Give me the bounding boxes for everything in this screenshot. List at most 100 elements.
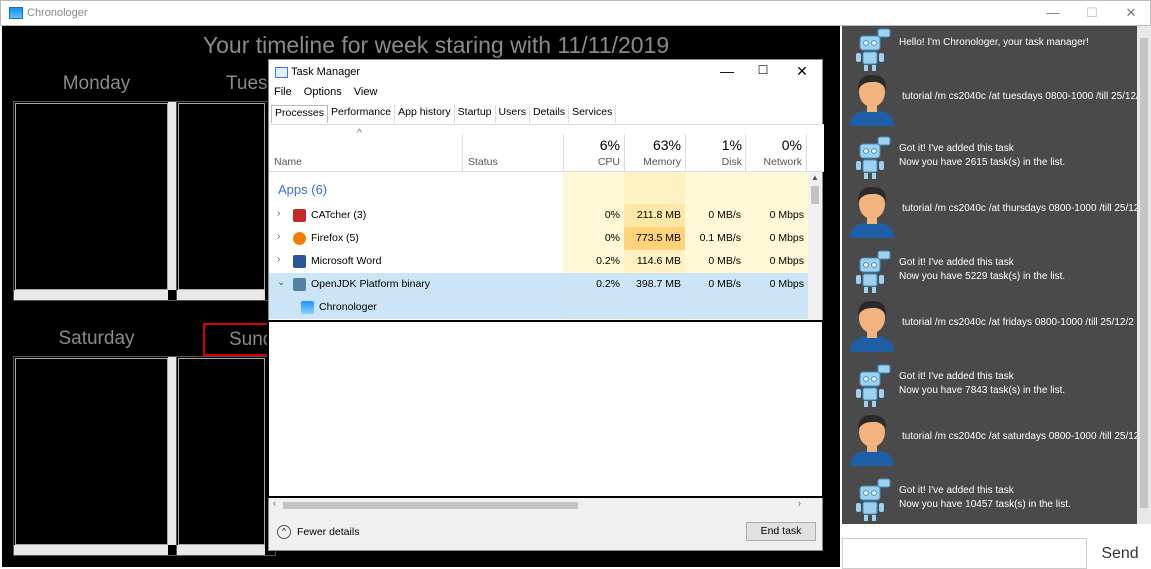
tm-menubar: File Options View — [274, 86, 386, 98]
main-window-titlebar[interactable]: Chronologer — ☐ ✕ — [0, 0, 1151, 26]
menu-options[interactable]: Options — [304, 86, 342, 98]
process-disk-value: 0 MB/s — [685, 273, 745, 296]
process-child-row[interactable]: Chronologer — [269, 296, 808, 319]
process-row[interactable]: › CATcher (3) 0% 211.8 MB 0 MB/s 0 Mbps — [269, 204, 808, 227]
message-text: tutorial /m cs2040c /at thursdays 0800-1… — [902, 202, 1137, 216]
maximize-button[interactable]: ☐ — [1082, 5, 1102, 21]
process-child-name: Chronologer — [319, 301, 377, 313]
day-panel-hscrollbar[interactable] — [14, 545, 168, 555]
scroll-right-icon[interactable]: › — [798, 498, 801, 508]
desktop: Chronologer — ☐ ✕ Your timeline for week… — [0, 0, 1151, 569]
menu-view[interactable]: View — [354, 86, 378, 98]
tm-minimize-button[interactable]: — — [715, 63, 739, 79]
tab-processes[interactable]: Processes — [271, 105, 329, 123]
tm-maximize-button[interactable]: ☐ — [751, 63, 775, 77]
column-network[interactable]: Network — [746, 156, 802, 168]
message-line: tutorial /m cs2040c /at fridays 0800-100… — [902, 317, 1134, 328]
chronologer-app-icon — [9, 7, 23, 19]
tab-users[interactable]: Users — [496, 105, 530, 123]
cpu-total: 6% — [599, 137, 620, 153]
process-network-value: 0 Mbps — [769, 255, 804, 267]
day-panel-saturday[interactable] — [13, 356, 179, 556]
process-memory-value: 114.6 MB — [624, 250, 685, 273]
close-button[interactable]: ✕ — [1121, 5, 1141, 21]
message-line: Now you have 7843 task(s) in the list. — [899, 385, 1066, 396]
column-disk[interactable]: Disk — [686, 156, 742, 168]
column-name[interactable]: Name — [274, 156, 302, 168]
chronologer-icon — [301, 301, 314, 314]
process-network-value: 0 Mbps — [745, 273, 808, 296]
task-manager-window[interactable]: Task Manager — ☐ ✕ File Options View Pro… — [267, 59, 824, 551]
group-apps[interactable]: Apps (6) — [278, 182, 327, 197]
column-status[interactable]: Status — [468, 156, 498, 168]
scroll-up-icon[interactable]: ▲ — [811, 173, 819, 182]
day-panel-hscrollbar[interactable] — [177, 290, 265, 300]
message-line: Got it! I've added this task — [899, 485, 1014, 496]
catcher-icon — [293, 209, 306, 222]
word-icon — [293, 255, 306, 268]
column-memory[interactable]: Memory — [625, 156, 681, 168]
chevron-right-icon[interactable]: › — [277, 254, 280, 265]
process-table-vscroll-thumb[interactable] — [811, 186, 819, 204]
process-memory-value: 773.5 MB — [624, 227, 685, 250]
process-name: CATcher (3) — [311, 209, 367, 221]
day-panel-content — [178, 358, 265, 545]
day-panel-tuesday[interactable] — [176, 101, 276, 301]
process-table-vscrollbar[interactable]: ▲ — [808, 172, 822, 320]
calendar-heading: Your timeline for week staring with 11/1… — [202, 32, 670, 58]
day-panel-sunday[interactable] — [176, 356, 276, 556]
message-line: tutorial /m cs2040c /at thursdays 0800-1… — [902, 203, 1137, 214]
process-table-hscrollbar[interactable]: ‹ › — [269, 498, 822, 512]
user-avatar-icon — [846, 70, 898, 126]
tab-startup[interactable]: Startup — [455, 105, 496, 123]
message-text: tutorial /m cs2040c /at saturdays 0800-1… — [902, 430, 1137, 444]
tm-close-button[interactable]: ✕ — [790, 63, 814, 80]
fewer-details-link[interactable]: ^ Fewer details — [277, 525, 359, 539]
scroll-left-icon[interactable]: ‹ — [273, 498, 276, 508]
chevron-up-icon: ^ — [277, 525, 291, 539]
memory-total: 63% — [652, 137, 681, 153]
tab-details[interactable]: Details — [530, 105, 570, 123]
message-line: Now you have 2615 task(s) in the list. — [899, 157, 1066, 168]
chat-message-list[interactable]: Hello! I'm Chronologer, your task manage… — [842, 26, 1137, 524]
firefox-icon — [293, 232, 306, 245]
menu-file[interactable]: File — [274, 86, 292, 98]
end-task-button[interactable]: End task — [746, 522, 816, 541]
day-label-saturday: Saturday — [58, 328, 135, 349]
process-table-header: ^ Name Status 6% CPU 63% Memory 1% Disk … — [269, 124, 824, 172]
chat-panel: Hello! I'm Chronologer, your task manage… — [840, 26, 1151, 569]
tab-performance[interactable]: Performance — [328, 105, 396, 123]
process-disk-value: 0.1 MB/s — [699, 232, 741, 244]
chevron-right-icon[interactable]: › — [277, 231, 280, 242]
process-table-hscroll-thumb[interactable] — [283, 502, 578, 509]
process-row[interactable]: › Microsoft Word 0.2% 114.6 MB 0 MB/s 0 Mbps — [269, 250, 808, 273]
message-line: Now you have 10457 task(s) in the list. — [899, 499, 1071, 510]
chat-scrollbar[interactable] — [1137, 26, 1151, 524]
network-total: 0% — [781, 137, 802, 153]
tm-footer: ^ Fewer details End task — [269, 512, 822, 550]
chat-scrollbar-thumb[interactable] — [1140, 38, 1148, 508]
minimize-button[interactable]: — — [1043, 5, 1063, 20]
day-panel-monday[interactable] — [13, 101, 179, 301]
column-cpu[interactable]: CPU — [564, 156, 620, 168]
message-text: tutorial /m cs2040c /at tuesdays 0800-10… — [902, 90, 1137, 104]
fewer-details-label: Fewer details — [297, 525, 360, 538]
process-network-value: 0 Mbps — [769, 232, 804, 244]
window-title: Chronologer — [27, 7, 88, 19]
message-line: tutorial /m cs2040c /at saturdays 0800-1… — [902, 431, 1137, 442]
robot-avatar-icon — [852, 364, 892, 408]
day-panel-hscrollbar[interactable] — [14, 290, 168, 300]
tab-app-history[interactable]: App history — [395, 105, 455, 123]
command-input[interactable] — [842, 538, 1087, 569]
day-panel-hscrollbar[interactable] — [177, 545, 265, 555]
tab-services[interactable]: Services — [569, 105, 617, 123]
process-name: Microsoft Word — [311, 255, 382, 267]
chevron-down-icon[interactable]: ⌄ — [277, 277, 285, 288]
process-row[interactable]: › Firefox (5) 0% 773.5 MB 0.1 MB/s 0 Mbps — [269, 227, 808, 250]
sort-arrow-icon: ^ — [357, 128, 362, 139]
send-button[interactable]: Send — [1089, 538, 1151, 569]
process-network-value: 0 Mbps — [769, 209, 804, 221]
process-row[interactable]: ⌄ OpenJDK Platform binary 0.2% 398.7 MB 0 MB… — [269, 273, 808, 296]
process-memory-value: 398.7 MB — [624, 273, 685, 296]
chevron-right-icon[interactable]: › — [277, 208, 280, 219]
